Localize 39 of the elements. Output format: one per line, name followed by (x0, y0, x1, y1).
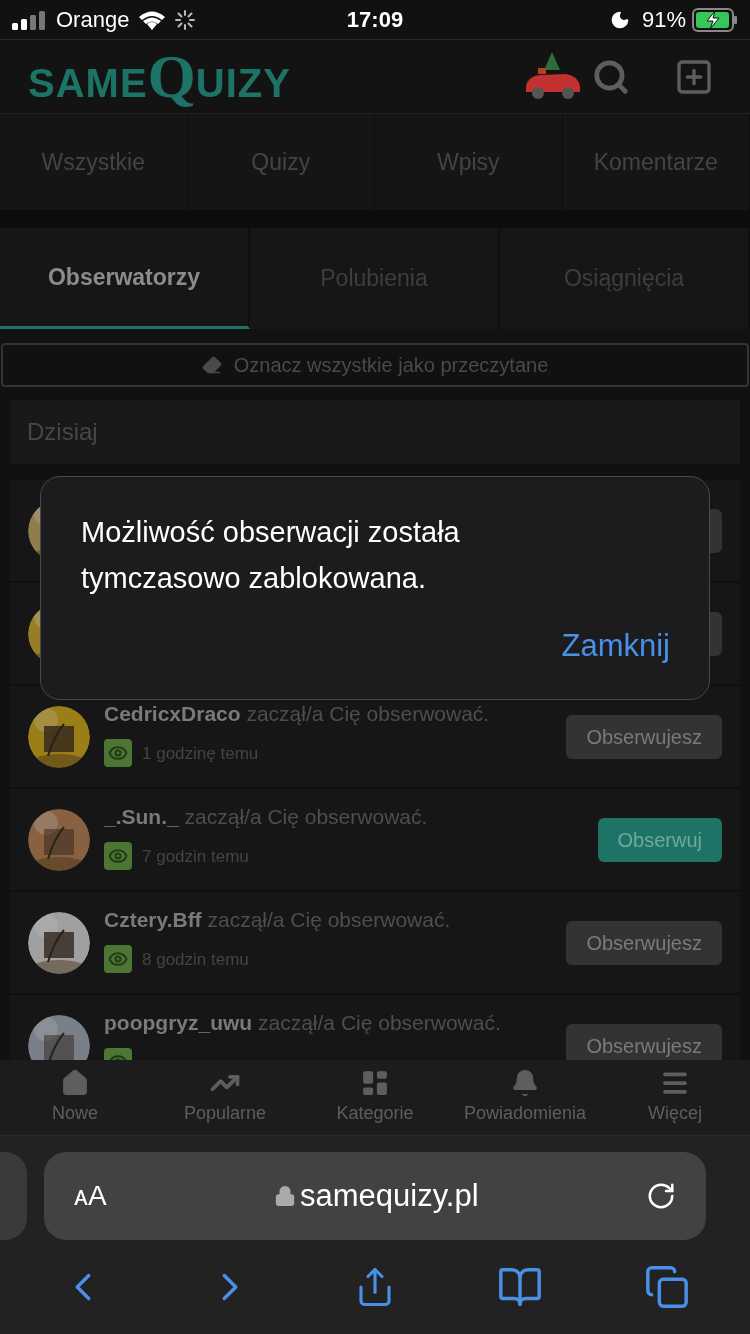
reload-icon[interactable] (646, 1181, 676, 1211)
mark-all-read-button[interactable]: Oznacz wszystkie jako przeczytane (1, 343, 749, 387)
bottom-nav-item[interactable]: Nowe (0, 1060, 150, 1135)
bell-icon (510, 1068, 540, 1098)
address-bar[interactable]: ᴀA samequizy.pl (44, 1152, 706, 1240)
url-text: samequizy.pl (299, 1176, 479, 1215)
carrier-name: Orange (56, 6, 130, 34)
logo-text[interactable]: SAMEQUIZY (28, 39, 291, 114)
moon-icon (609, 9, 630, 30)
bottom-nav-item[interactable]: Powiadomienia (450, 1060, 600, 1135)
eye-badge (104, 842, 132, 871)
text-size-button[interactable]: ᴀA (74, 1175, 107, 1217)
notification-text: _.Sun._ zaczął/a Cię obserwować. (104, 803, 429, 830)
home-icon (60, 1068, 90, 1098)
alert-message: Możliwość obserwacji została tymczasowo zablokowana. (81, 515, 461, 596)
tabs-icon[interactable] (643, 1264, 690, 1310)
eye-badge (104, 945, 132, 974)
clock-time: 17:09 (345, 6, 405, 34)
bottom-nav-item[interactable]: Popularne (150, 1060, 300, 1135)
follow-button[interactable]: Obserwuj (597, 817, 722, 862)
eraser-icon (201, 355, 222, 375)
notification-text: Cztery.Bff zaczął/a Cię obserwować. (104, 906, 452, 933)
search-icon[interactable] (592, 57, 630, 96)
notification-text: poopgryz_uwu zaczął/a Cię obserwować. (104, 1009, 502, 1036)
tab[interactable]: Obserwatorzy (0, 228, 250, 329)
notification-text: CedricxDraco zaczął/a Cię obserwować. (104, 700, 491, 727)
follow-button[interactable]: Obserwujesz (566, 1023, 722, 1060)
follow-button[interactable]: Obserwujesz (566, 714, 722, 759)
battery-icon (692, 7, 738, 32)
bottom-nav-item[interactable]: Kategorie (300, 1060, 450, 1135)
lock-icon (273, 1185, 296, 1207)
close-button[interactable]: Zamknij (561, 622, 670, 669)
eye-badge (104, 739, 132, 768)
grid-icon (360, 1068, 390, 1098)
loading-icon (175, 9, 196, 30)
battery-percent: 91% (641, 6, 686, 34)
signal-icon (12, 9, 48, 30)
bottom-nav-item[interactable]: Więcej (600, 1060, 750, 1135)
follow-button[interactable]: Obserwujesz (566, 920, 722, 965)
